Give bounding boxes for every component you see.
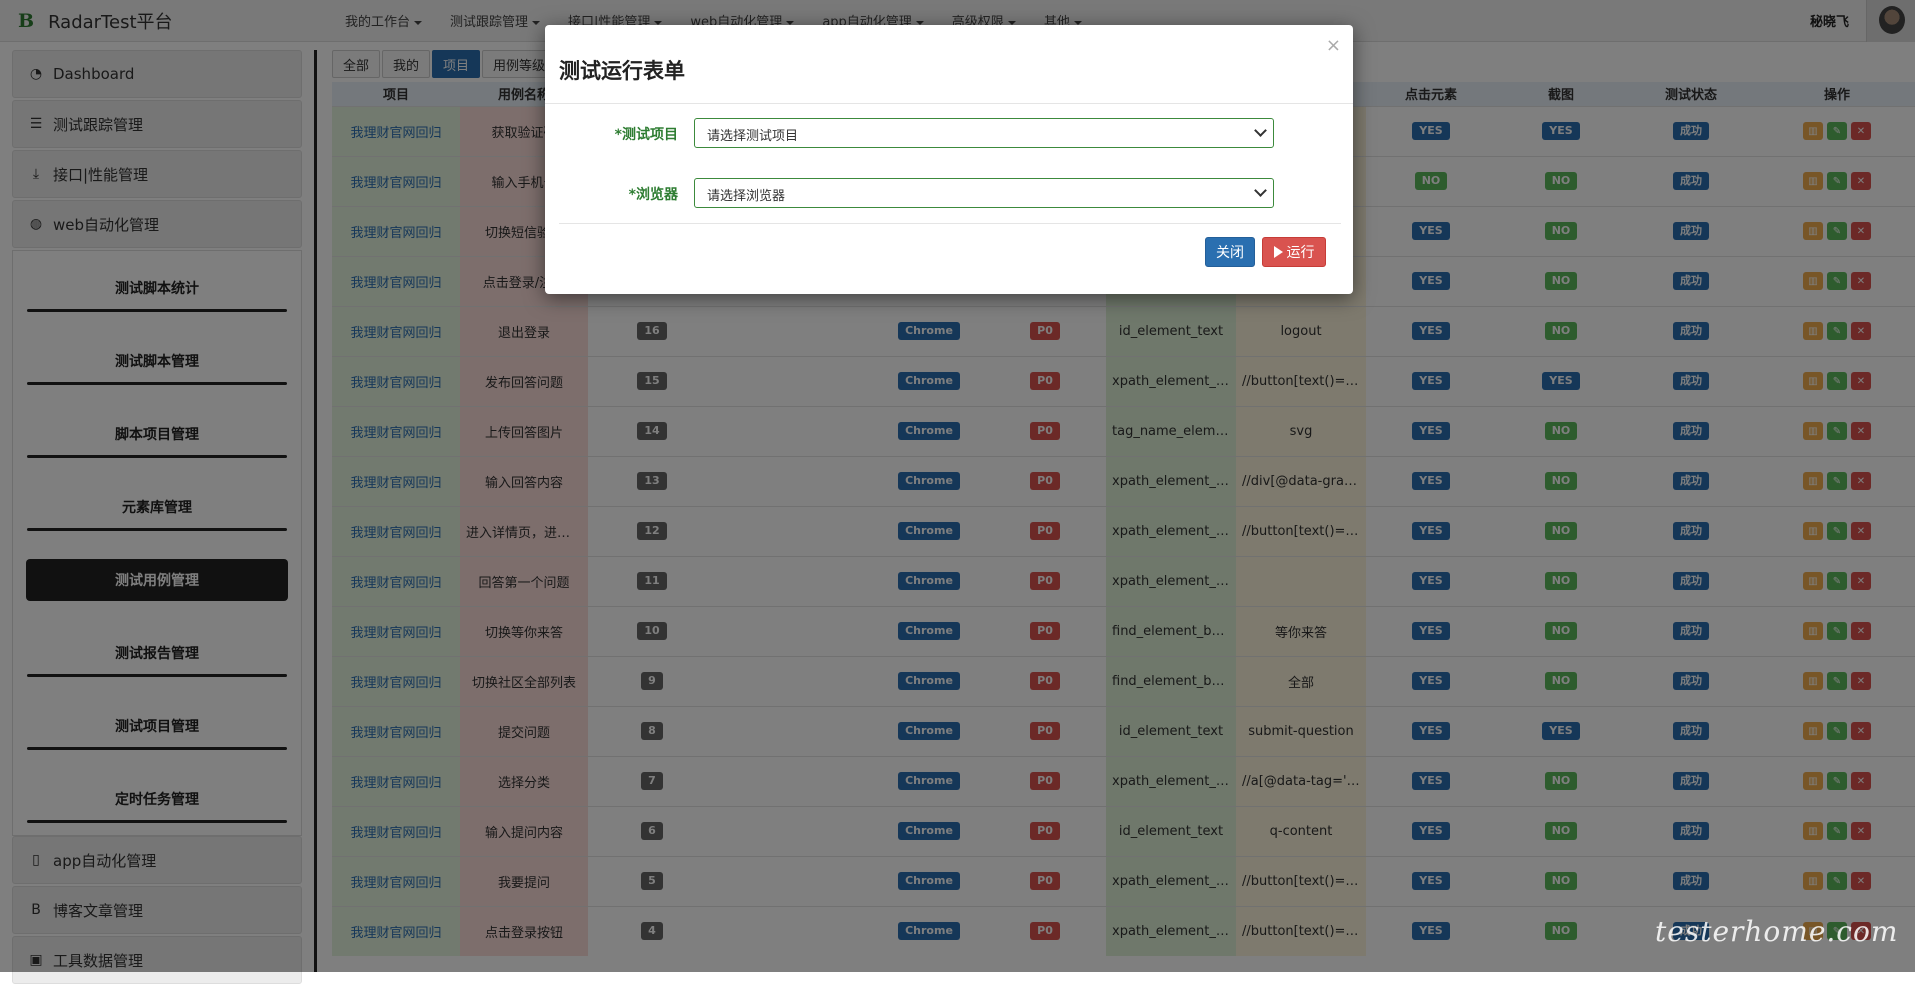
close-button[interactable]: 关闭 — [1205, 237, 1255, 267]
modal-title: 测试运行表单 — [559, 59, 685, 83]
browser-select[interactable]: 请选择浏览器 — [694, 178, 1274, 208]
play-icon — [1273, 246, 1283, 258]
modal-header: 测试运行表单 × — [545, 25, 1353, 104]
project-row: *测试项目 请选择测试项目 — [545, 118, 1353, 150]
browser-label: *浏览器 — [628, 187, 678, 203]
watermark: testerhome.com — [1655, 915, 1899, 948]
chevron-down-icon — [1254, 184, 1267, 197]
chevron-down-icon — [1254, 124, 1267, 137]
project-select[interactable]: 请选择测试项目 — [694, 118, 1274, 148]
run-form-modal: 测试运行表单 × *测试项目 请选择测试项目 *浏览器 请选择浏览器 关闭 运行 — [545, 25, 1353, 294]
modal-close-icon[interactable]: × — [1326, 35, 1341, 56]
modal-divider — [559, 223, 1341, 224]
project-label: *测试项目 — [614, 127, 678, 143]
browser-row: *浏览器 请选择浏览器 — [545, 178, 1353, 210]
run-button[interactable]: 运行 — [1262, 237, 1326, 267]
